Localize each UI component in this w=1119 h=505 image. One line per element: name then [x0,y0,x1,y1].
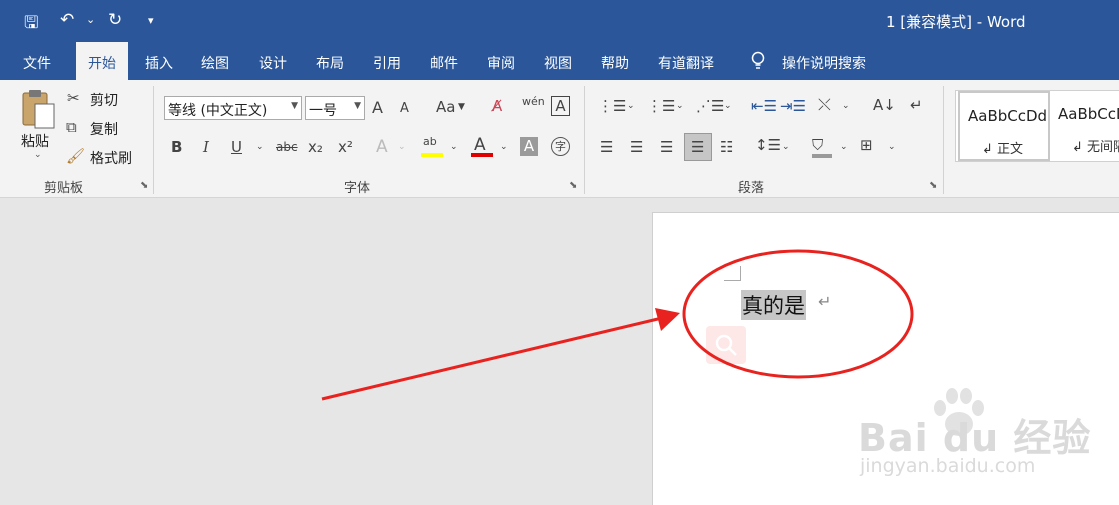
annotation-overlay [321,249,914,401]
annotation-ellipse [682,249,914,379]
annotation-arrow-line [321,316,663,401]
annotation-arrowhead [655,308,680,331]
